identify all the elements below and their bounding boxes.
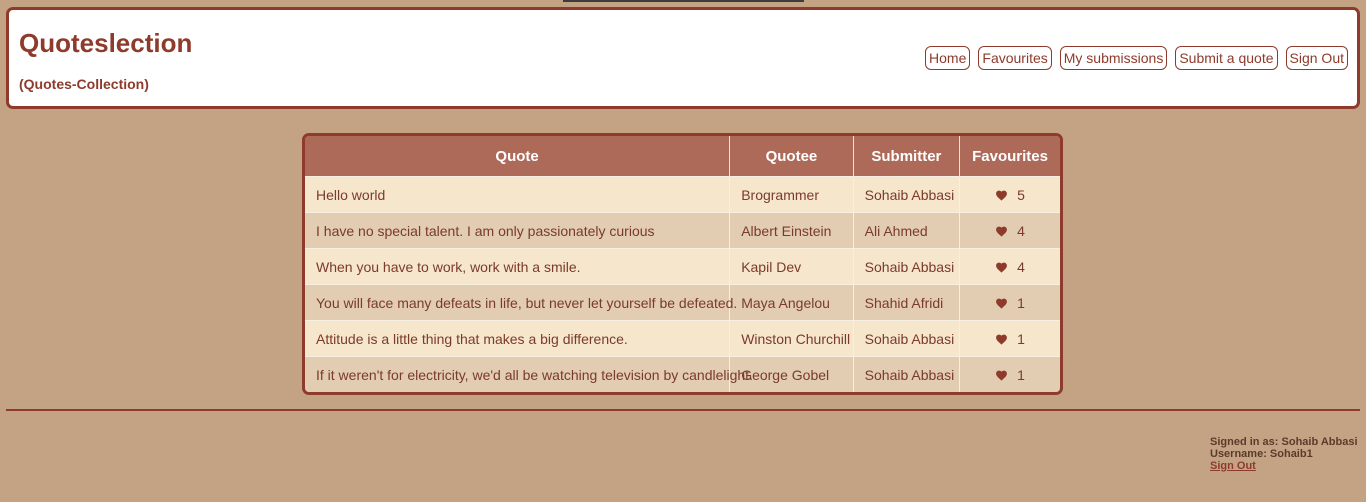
favourites-cell: 4: [959, 212, 1060, 249]
site-subtitle: (Quotes-Collection): [19, 76, 149, 92]
heart-icon[interactable]: [995, 260, 1008, 273]
favourites-count: 5: [1017, 186, 1025, 203]
quotes-table-container: Quote Quotee Submitter Favourites Hello …: [302, 133, 1063, 395]
quote-cell: Hello world: [305, 176, 731, 213]
sign-out-button[interactable]: Sign Out: [1285, 46, 1348, 70]
site-title: Quoteslection: [19, 28, 193, 58]
column-header-favourites: Favourites: [959, 136, 1060, 177]
table-row: I have no special talent. I am only pass…: [305, 212, 1060, 249]
heart-icon[interactable]: [995, 368, 1008, 381]
favourites-cell: 1: [959, 356, 1060, 392]
favourites-count: 1: [1017, 294, 1025, 311]
heart-icon[interactable]: [995, 332, 1008, 345]
table-row: Attitude is a little thing that makes a …: [305, 320, 1060, 357]
table-row: You will face many defeats in life, but …: [305, 284, 1060, 321]
submitter-cell: Sohaib Abbasi: [853, 248, 961, 285]
header: Quoteslection (Quotes-Collection) Home F…: [6, 7, 1360, 109]
my-submissions-button[interactable]: My submissions: [1059, 46, 1168, 70]
heart-icon[interactable]: [995, 188, 1008, 201]
favourites-cell: 5: [959, 176, 1060, 213]
quote-cell: When you have to work, work with a smile…: [305, 248, 731, 285]
quotee-cell: Maya Angelou: [729, 284, 854, 321]
footer-user-info: Signed in as: Sohaib Abbasi Username: So…: [1210, 436, 1358, 472]
favourites-count: 1: [1017, 330, 1025, 347]
submitter-cell: Sohaib Abbasi: [853, 356, 961, 392]
heart-icon[interactable]: [995, 224, 1008, 237]
quotee-cell: Albert Einstein: [729, 212, 854, 249]
submitter-cell: Sohaib Abbasi: [853, 176, 961, 213]
favourites-count: 1: [1017, 366, 1025, 383]
column-header-quotee: Quotee: [729, 136, 854, 177]
submitter-cell: Ali Ahmed: [853, 212, 961, 249]
heart-icon[interactable]: [995, 296, 1008, 309]
quote-cell: Attitude is a little thing that makes a …: [305, 320, 731, 357]
favourites-cell: 1: [959, 284, 1060, 321]
table-row: Hello world Brogrammer Sohaib Abbasi 5: [305, 176, 1060, 213]
quotee-cell: Brogrammer: [729, 176, 854, 213]
submit-quote-button[interactable]: Submit a quote: [1175, 46, 1278, 70]
table-header-row: Quote Quotee Submitter Favourites: [305, 136, 1060, 177]
top-strip: [563, 0, 804, 2]
quotes-table: Quote Quotee Submitter Favourites Hello …: [305, 136, 1060, 392]
table-row: When you have to work, work with a smile…: [305, 248, 1060, 285]
column-header-submitter: Submitter: [853, 136, 961, 177]
favourites-button[interactable]: Favourites: [978, 46, 1052, 70]
favourites-cell: 1: [959, 320, 1060, 357]
favourites-count: 4: [1017, 222, 1025, 239]
table-row: If it weren't for electricity, we'd all …: [305, 356, 1060, 392]
quotee-cell: George Gobel: [729, 356, 854, 392]
footer-divider: [6, 409, 1360, 411]
username-label: Username: Sohaib1: [1210, 448, 1313, 460]
home-button[interactable]: Home: [925, 46, 971, 70]
submitter-cell: Sohaib Abbasi: [853, 320, 961, 357]
quotee-cell: Kapil Dev: [729, 248, 854, 285]
favourites-count: 4: [1017, 258, 1025, 275]
quote-cell: If it weren't for electricity, we'd all …: [305, 356, 753, 392]
quotee-cell: Winston Churchill: [729, 320, 854, 357]
column-header-quote: Quote: [305, 136, 731, 177]
quote-cell: You will face many defeats in life, but …: [305, 284, 737, 321]
footer-sign-out-link[interactable]: Sign Out: [1210, 460, 1256, 472]
signed-in-label: Signed in as: Sohaib Abbasi: [1210, 436, 1358, 448]
favourites-cell: 4: [959, 248, 1060, 285]
submitter-cell: Shahid Afridi: [853, 284, 961, 321]
quote-cell: I have no special talent. I am only pass…: [305, 212, 731, 249]
nav-bar: Home Favourites My submissions Submit a …: [925, 46, 1348, 70]
